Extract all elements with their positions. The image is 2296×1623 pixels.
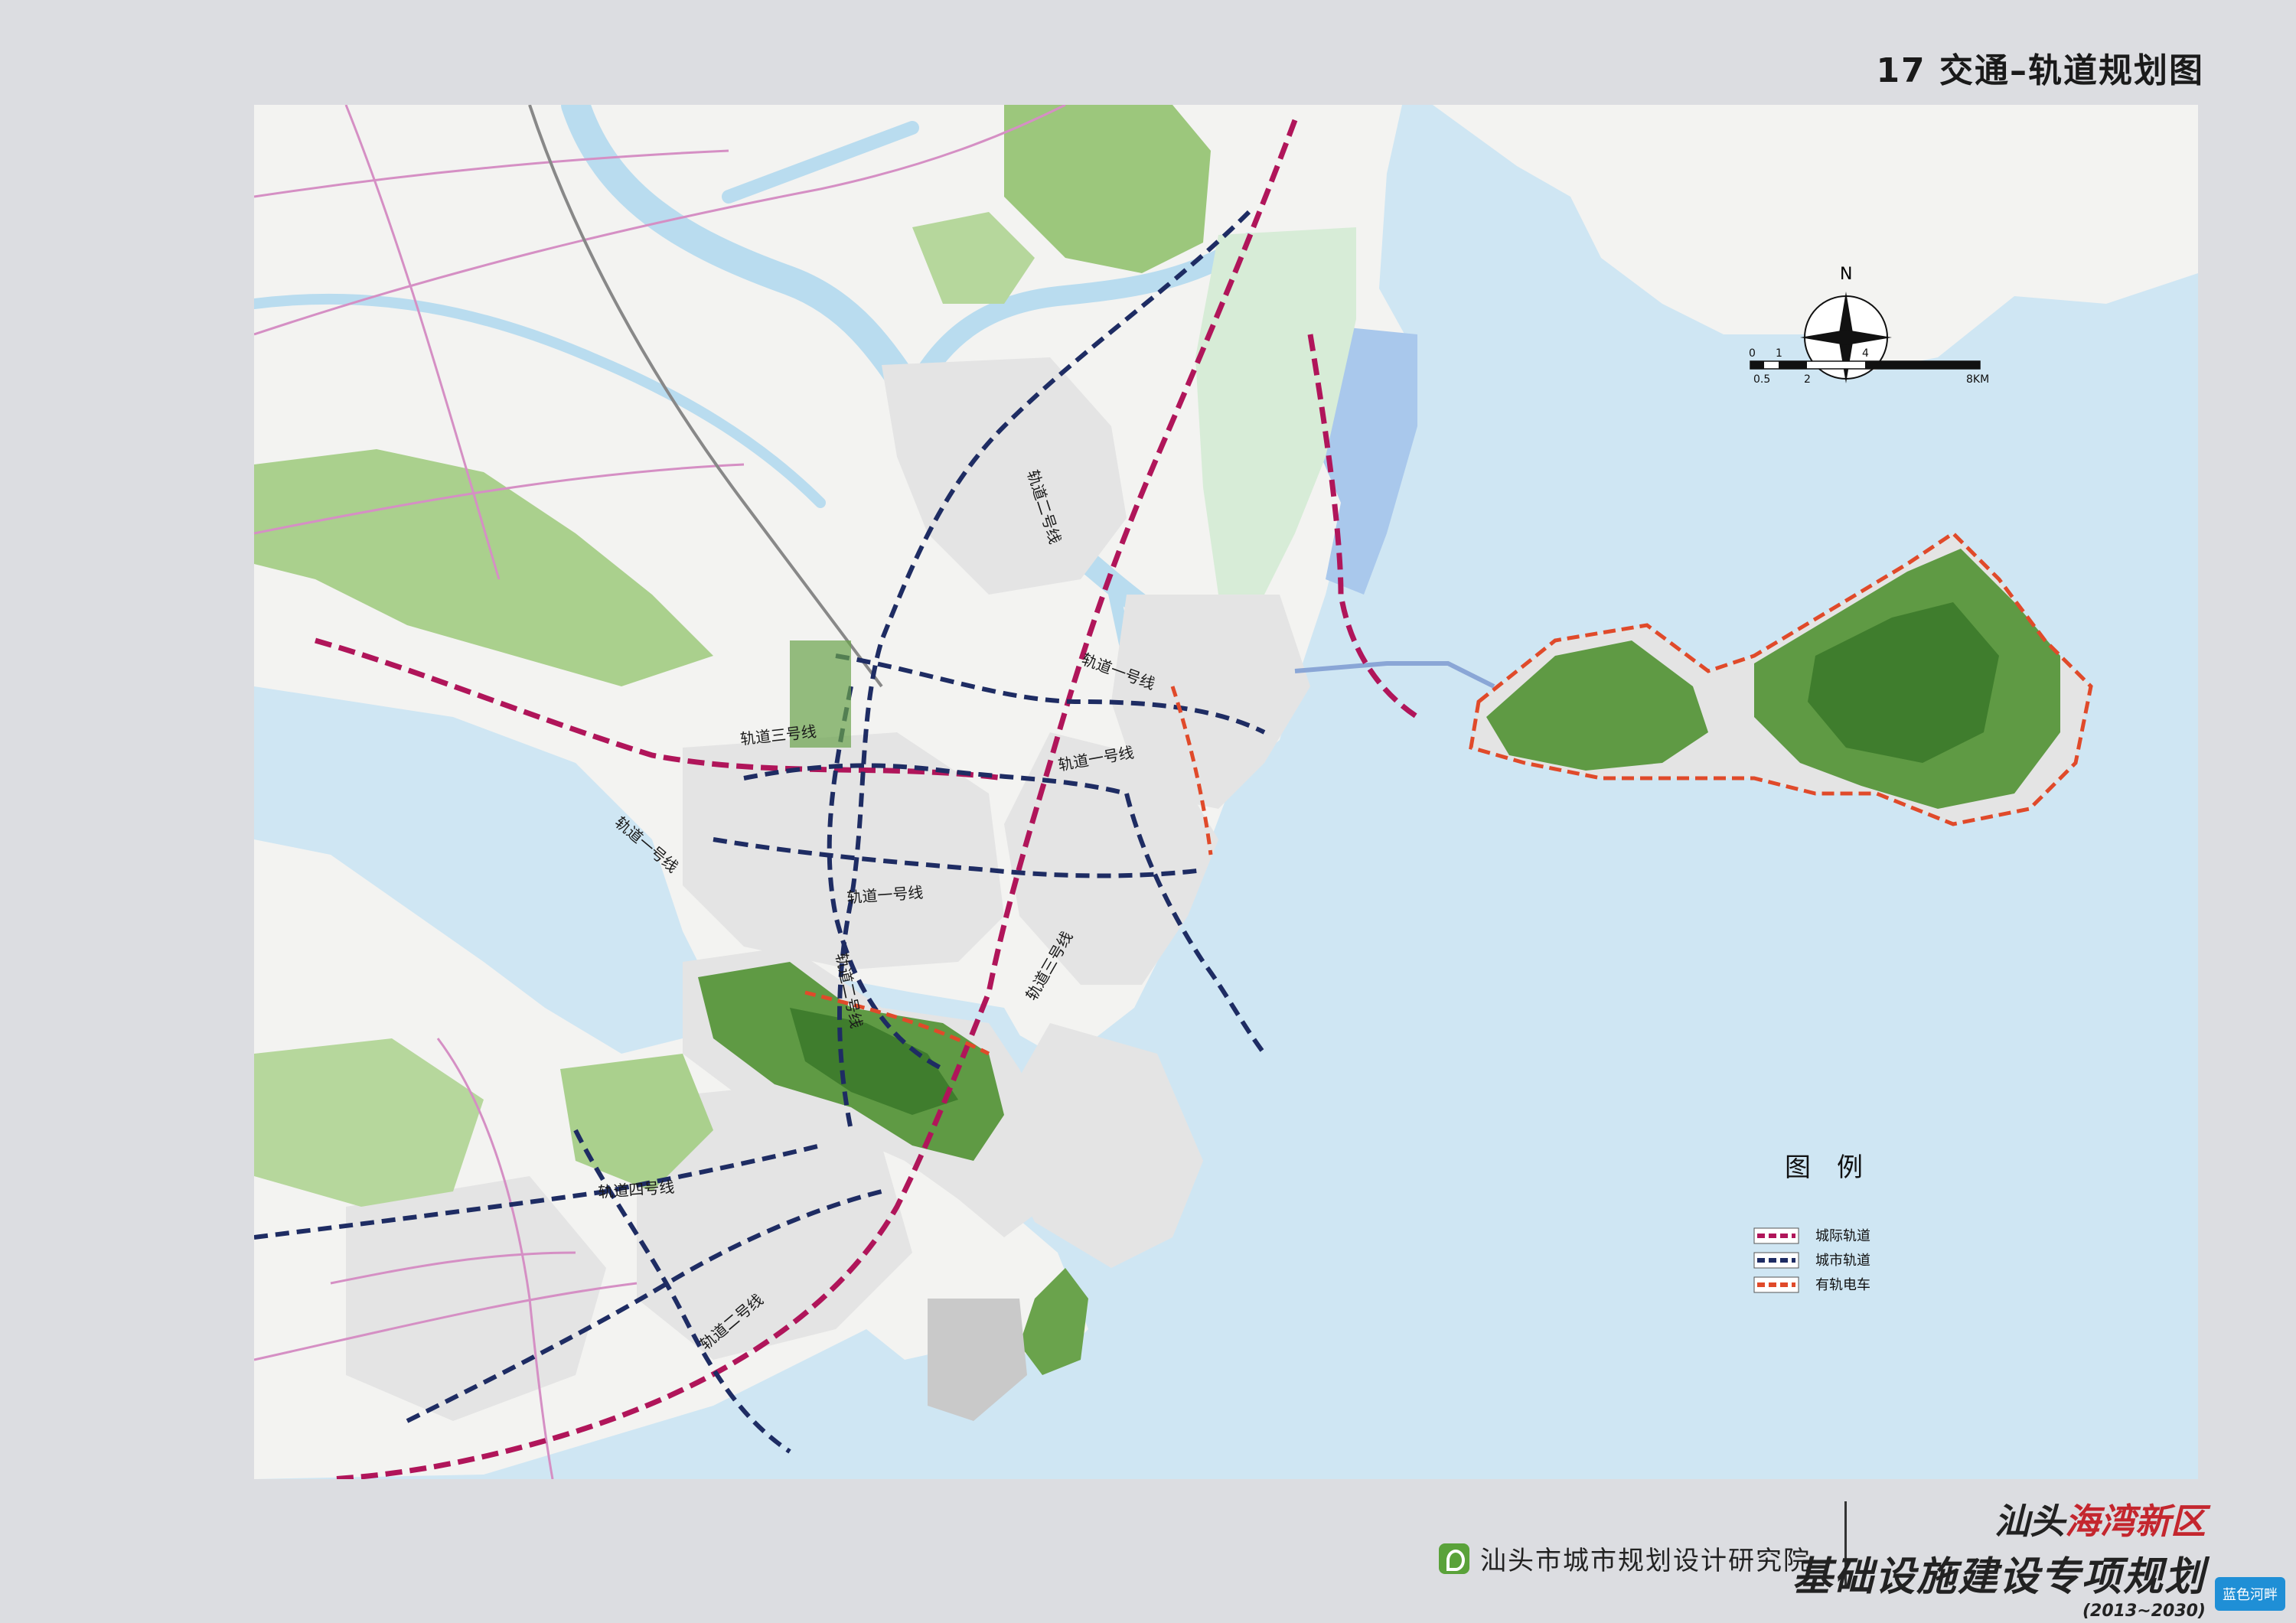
scale-tick-label: 1 <box>1776 347 1782 360</box>
project-title: 基础设施建设专项规划 <box>1792 1554 2206 1600</box>
watermark-logo: 蓝色河畔 <box>2215 1577 2285 1611</box>
legend-item-label: 城市轨道 <box>1815 1253 1870 1269</box>
scale-tick-label: 0 <box>1749 347 1756 360</box>
map-frame[interactable]: 轨道二号线 轨道一号线 轨道三号线 轨道一号线 轨道一号线 轨道一号线 轨道二号… <box>254 105 2198 1479</box>
project-name: 汕头海湾新区 <box>1792 1494 2206 1544</box>
institute-block: 汕头市城市规划设计研究院 <box>1439 1540 1811 1577</box>
sheet-number: 17 <box>1876 51 1926 90</box>
sheet-title: 17 交通–轨道规划图 <box>1876 43 2204 92</box>
north-label: N <box>1840 265 1852 284</box>
scale-tick-label: 2 <box>1804 373 1811 386</box>
institute-logo-icon <box>1439 1543 1469 1574</box>
legend-item-label: 有轨电车 <box>1815 1277 1870 1293</box>
project-prefix: 汕头 <box>1994 1501 2065 1542</box>
sheet-title-text: 交通–轨道规划图 <box>1939 51 2204 90</box>
map-canvas[interactable]: 轨道二号线 轨道一号线 轨道三号线 轨道一号线 轨道一号线 轨道一号线 轨道二号… <box>254 105 2198 1479</box>
scale-tick-label: 4 <box>1862 347 1869 360</box>
legend-item-label: 城际轨道 <box>1815 1228 1870 1244</box>
project-highlight: 海湾新区 <box>2065 1501 2206 1542</box>
legend-title: 图 例 <box>1785 1152 1863 1183</box>
project-years: (2013~2030) <box>2082 1602 2206 1621</box>
institute-name: 汕头市城市规划设计研究院 <box>1480 1546 1811 1576</box>
scale-tick-label: 0.5 <box>1753 373 1770 386</box>
scale-tick-label: 8KM <box>1966 373 1989 386</box>
project-title-block: 汕头海湾新区 基础设施建设专项规划 (2013~2030) <box>1792 1494 2206 1621</box>
